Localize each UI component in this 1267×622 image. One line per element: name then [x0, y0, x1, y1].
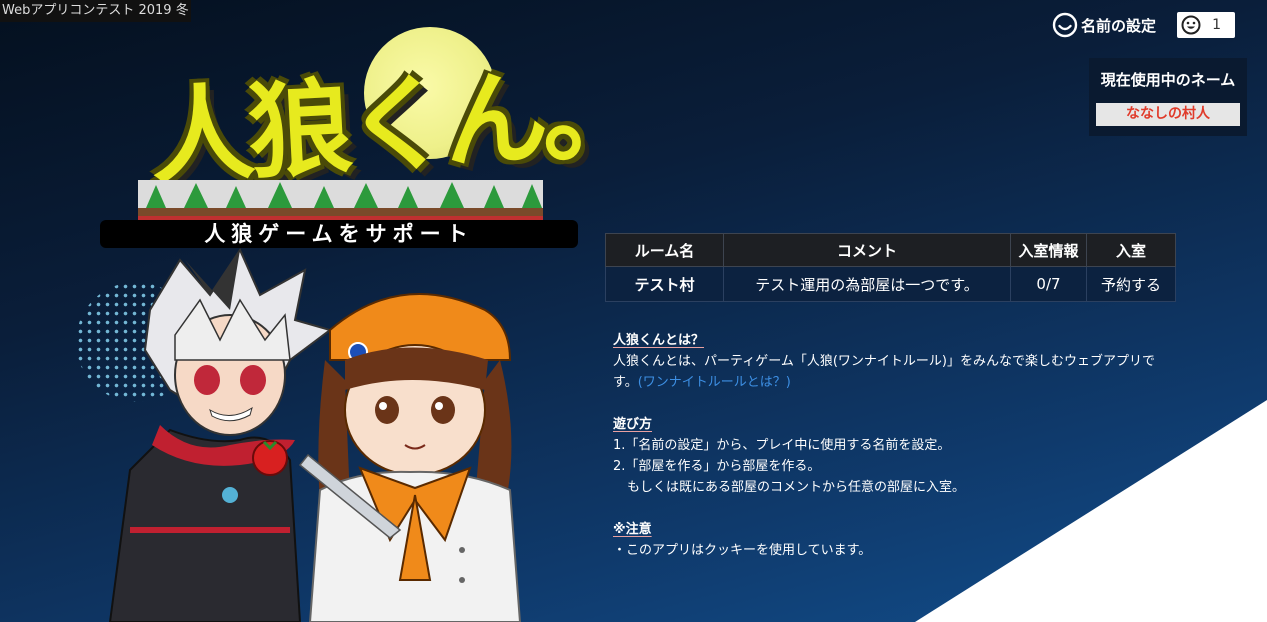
member-face-icon	[1181, 15, 1201, 35]
howto-step-1: 1.「名前の設定」から、プレイ中に使用する名前を設定。	[613, 438, 951, 453]
table-row: テスト村 テスト運用の為部屋は一つです。 0/7 予約する	[605, 266, 1176, 302]
notice-block: ※注意 ・このアプリはクッキーを使用しています。	[613, 519, 1173, 561]
info-section: 人狼くんとは？ 人狼くんとは、パーティゲーム「人狼(ワンナイトルール)」をみんな…	[613, 330, 1173, 582]
contest-label: Webアプリコンテスト 2019 冬	[0, 0, 191, 22]
about-text-line: 人狼くんとは、パーティゲーム「人狼(ワンナイトルール)」をみんなで楽しむウェブア…	[613, 351, 1173, 393]
reserve-button[interactable]: 予約する	[1086, 266, 1176, 302]
current-name-value: ななしの村人	[1096, 103, 1240, 126]
howto-block: 遊び方 1.「名前の設定」から、プレイ中に使用する名前を設定。 2.「部屋を作る…	[613, 414, 1173, 498]
howto-step-3: もしくは既にある部屋のコメントから任意の部屋に入室。	[627, 480, 966, 495]
smile-icon	[1052, 12, 1078, 38]
howto-step-2: 2.「部屋を作る」から部屋を作る。	[613, 459, 821, 474]
tree-strip-image	[138, 180, 543, 220]
name-setting-button[interactable]: 名前の設定	[1052, 12, 1156, 38]
table-header-row: ルーム名 コメント 入室情報 入室	[605, 233, 1176, 267]
current-name-panel: 現在使用中のネーム ななしの村人	[1089, 58, 1247, 136]
room-table: ルーム名 コメント 入室情報 入室 テスト村 テスト運用の為部屋は一つです。 0…	[605, 233, 1176, 302]
column-header-entry-info: 入室情報	[1010, 233, 1087, 267]
column-header-room-name: ルーム名	[605, 233, 724, 267]
column-header-comment: コメント	[723, 233, 1011, 267]
notice-text: ・このアプリはクッキーを使用しています。	[613, 543, 872, 558]
notice-heading: ※注意	[613, 522, 652, 537]
room-info-cell: 0/7	[1010, 266, 1087, 302]
current-name-title: 現在使用中のネーム	[1100, 71, 1236, 89]
member-count-box: 1	[1177, 12, 1235, 38]
about-heading: 人狼くんとは？	[613, 333, 705, 348]
characters-illustration	[108, 247, 522, 622]
about-block: 人狼くんとは？ 人狼くんとは、パーティゲーム「人狼(ワンナイトルール)」をみんな…	[613, 330, 1173, 393]
howto-heading: 遊び方	[613, 417, 653, 432]
room-name-cell: テスト村	[605, 266, 724, 302]
one-night-rule-link[interactable]: (ワンナイトルールとは？)	[638, 375, 791, 390]
column-header-enter: 入室	[1086, 233, 1176, 267]
room-comment-cell[interactable]: テスト運用の為部屋は一つです。	[723, 266, 1011, 302]
member-count: 1	[1212, 17, 1221, 33]
name-setting-label: 名前の設定	[1081, 16, 1157, 35]
